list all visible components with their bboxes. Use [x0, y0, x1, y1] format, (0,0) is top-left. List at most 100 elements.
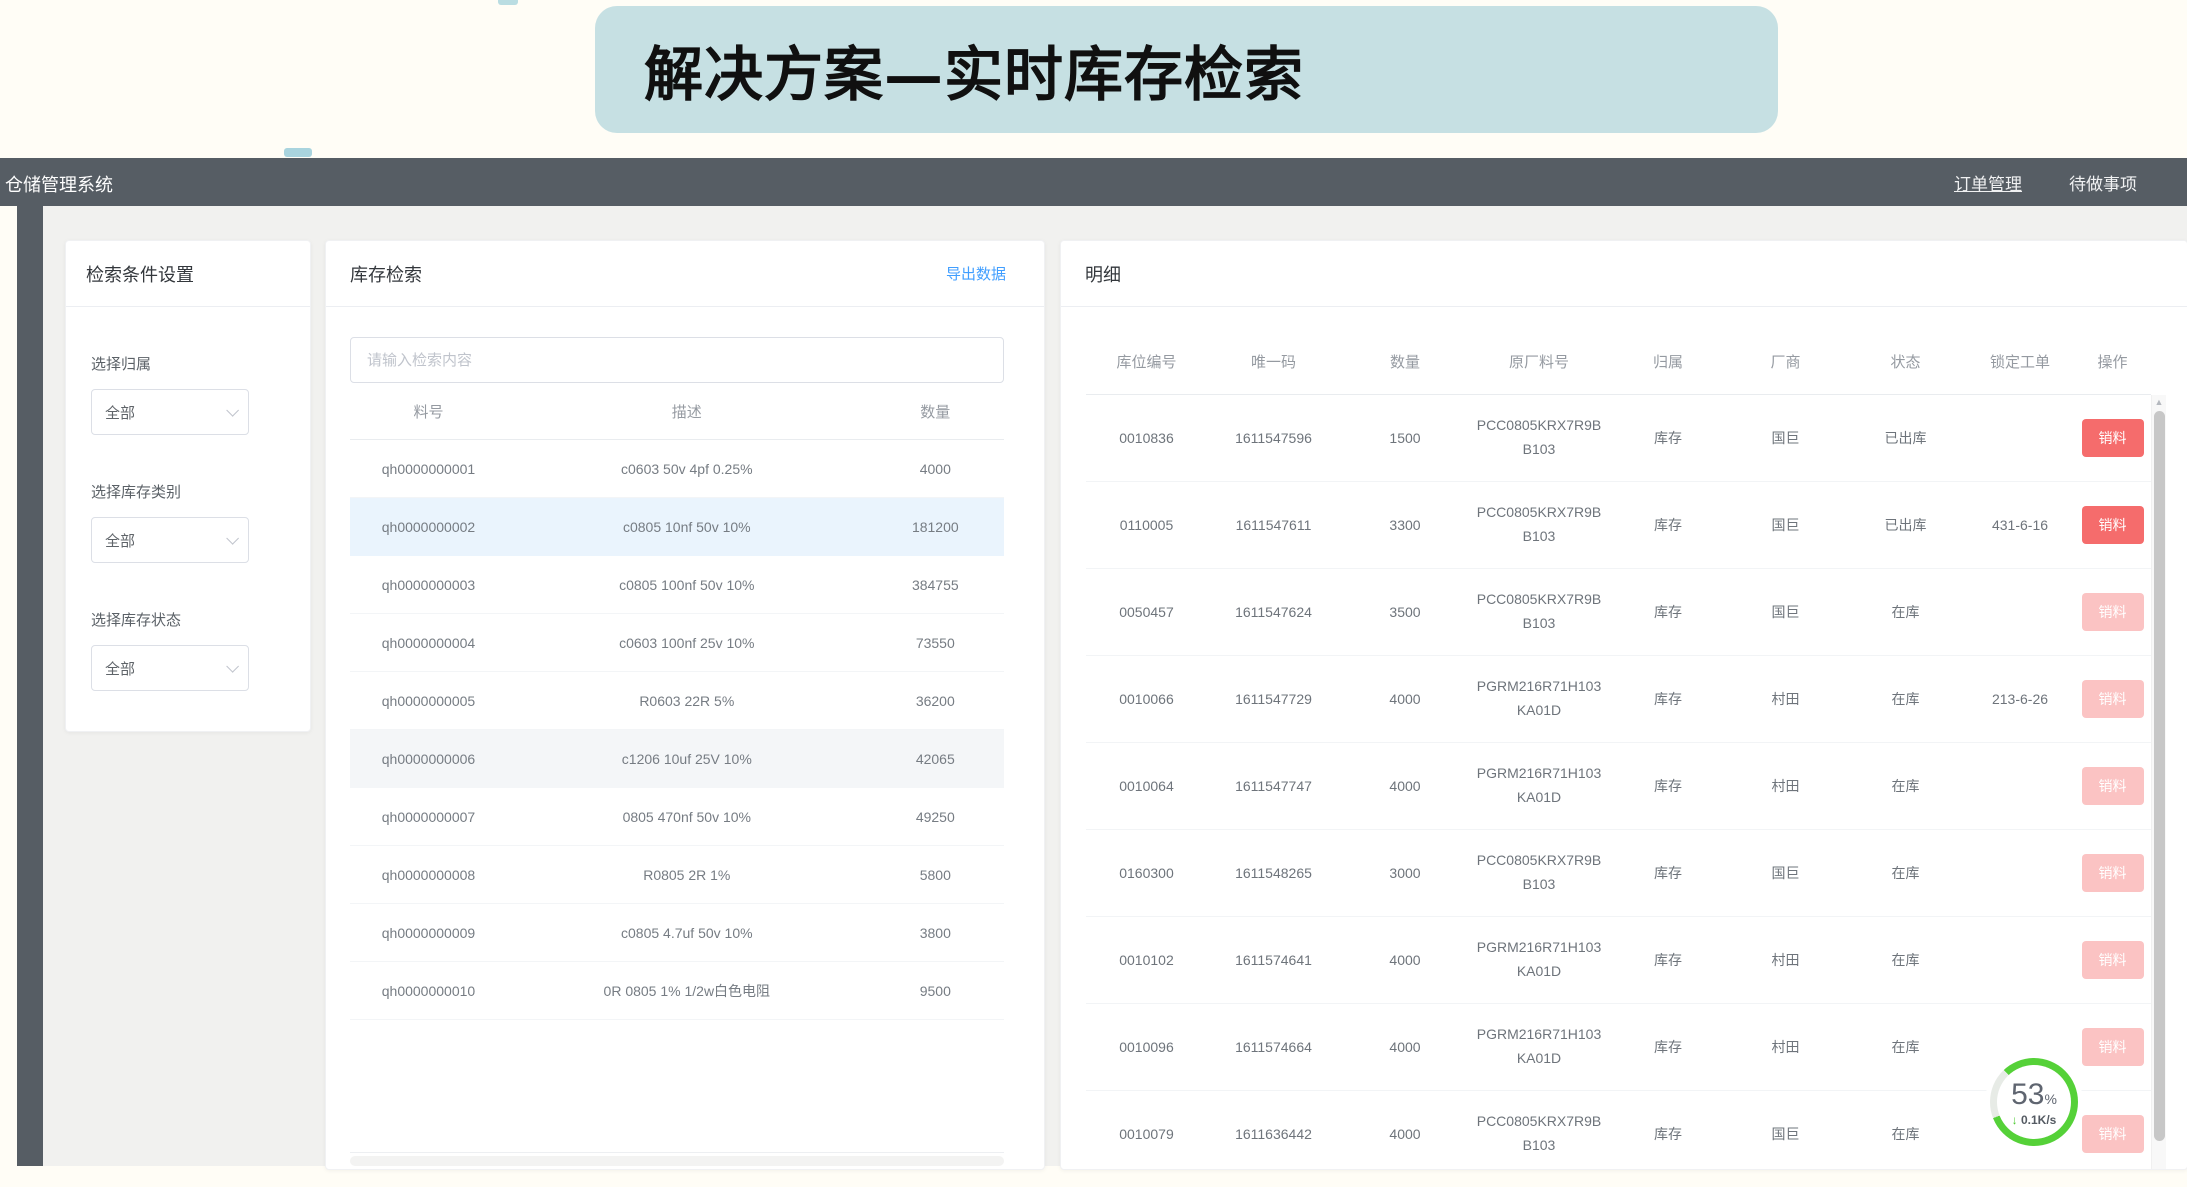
quantity-cell: 9500: [867, 983, 1004, 999]
description-cell: 0R 0805 1% 1/2w白色电阻: [507, 981, 867, 1001]
location-cell: 0110005: [1086, 517, 1207, 533]
sell-material-button[interactable]: 销料: [2082, 419, 2144, 457]
quantity-cell: 4000: [1340, 778, 1470, 794]
owner-select[interactable]: 全部: [91, 389, 249, 435]
quantity-cell: 4000: [1340, 952, 1470, 968]
col-status: 状态: [1843, 351, 1968, 372]
search-input[interactable]: [350, 337, 1004, 383]
mpn-cell: PCC0805KRX7R9BB103: [1477, 849, 1602, 897]
location-cell: 0010064: [1086, 778, 1207, 794]
mpn-cell: PCC0805KRX7R9BB103: [1477, 588, 1602, 636]
category-select[interactable]: 全部: [91, 517, 249, 563]
slide-title-banner: 解决方案—实时库存检索: [595, 6, 1778, 133]
inventory-row[interactable]: qh0000000008 R0805 2R 1% 5800: [350, 846, 1004, 904]
status-cell: 在库: [1843, 776, 1968, 796]
location-cell: 0010096: [1086, 1039, 1207, 1055]
sell-material-button[interactable]: 销料: [2082, 506, 2144, 544]
description-cell: c0603 100nf 25v 10%: [507, 635, 867, 651]
quantity-cell: 4000: [1340, 1039, 1470, 1055]
inventory-panel-header: 库存检索 导出数据: [326, 241, 1044, 307]
description-cell: c0805 10nf 50v 10%: [507, 519, 867, 535]
detail-row: 0010096 1611574664 4000 PGRM216R71H103KA…: [1086, 1004, 2151, 1091]
status-cell: 在库: [1843, 689, 1968, 709]
progress-percent-value: 53: [2011, 1078, 2044, 1111]
vendor-cell: 国巨: [1728, 863, 1843, 883]
slide-title: 解决方案—实时库存检索: [644, 27, 1304, 112]
owner-cell: 库存: [1608, 1037, 1728, 1057]
vendor-cell: 村田: [1728, 689, 1843, 709]
unique-code-cell: 1611636442: [1207, 1126, 1340, 1142]
sell-material-button[interactable]: 销料: [2082, 854, 2144, 892]
locked-order-cell: 431-6-16: [1968, 517, 2072, 533]
sell-material-button[interactable]: 销料: [2082, 767, 2144, 805]
detail-table-header: 库位编号 唯一码 数量 原厂料号 归属 厂商 状态 锁定工单 操作: [1086, 329, 2151, 395]
quantity-cell: 5800: [867, 867, 1004, 883]
inventory-table-rows: qh0000000001 c0603 50v 4pf 0.25% 4000 qh…: [350, 440, 1004, 1020]
col-description: 描述: [507, 401, 867, 422]
detail-row: 0110005 1611547611 3300 PCC0805KRX7R9BB1…: [1086, 482, 2151, 569]
vertical-scrollbar-track: ▲: [2151, 395, 2166, 1169]
detail-panel: 明细 库位编号 唯一码 数量 原厂料号 归属 厂商 状态 锁定工单 操作 001…: [1060, 240, 2187, 1170]
vendor-cell: 国巨: [1728, 515, 1843, 535]
quantity-cell: 4000: [1340, 691, 1470, 707]
sell-material-button[interactable]: 销料: [2082, 941, 2144, 979]
action-cell: 销料: [2072, 506, 2153, 544]
inventory-row[interactable]: qh0000000005 R0603 22R 5% 36200: [350, 672, 1004, 730]
unique-code-cell: 1611548265: [1207, 865, 1340, 881]
inventory-row[interactable]: qh0000000007 0805 470nf 50v 10% 49250: [350, 788, 1004, 846]
owner-cell: 库存: [1608, 776, 1728, 796]
nav-order-management[interactable]: 订单管理: [1954, 170, 2022, 195]
description-cell: R0603 22R 5%: [507, 693, 867, 709]
mpn-cell: PGRM216R71H103KA01D: [1477, 936, 1602, 984]
quantity-cell: 42065: [867, 751, 1004, 767]
sell-material-button[interactable]: 销料: [2082, 1115, 2144, 1153]
mpn-cell: PGRM216R71H103KA01D: [1477, 1023, 1602, 1071]
action-cell: 销料: [2072, 767, 2153, 805]
detail-panel-body: 库位编号 唯一码 数量 原厂料号 归属 厂商 状态 锁定工单 操作 001083…: [1061, 307, 2187, 1170]
sell-material-button[interactable]: 销料: [2082, 593, 2144, 631]
inventory-row[interactable]: qh0000000001 c0603 50v 4pf 0.25% 4000: [350, 440, 1004, 498]
description-cell: c0603 50v 4pf 0.25%: [507, 461, 867, 477]
unique-code-cell: 1611547611: [1207, 517, 1340, 533]
part-no-cell: qh0000000002: [350, 519, 507, 535]
description-cell: 0805 470nf 50v 10%: [507, 809, 867, 825]
app-title: 仓储管理系统: [5, 171, 113, 197]
quantity-cell: 3300: [1340, 517, 1470, 533]
action-cell: 销料: [2072, 680, 2153, 718]
status-cell: 在库: [1843, 950, 1968, 970]
detail-table-rows: 0010836 1611547596 1500 PCC0805KRX7R9BB1…: [1086, 395, 2151, 1170]
nav-todo-items[interactable]: 待做事项: [2069, 170, 2137, 195]
status-cell: 已出库: [1843, 428, 1968, 448]
vertical-scrollbar-thumb[interactable]: [2154, 411, 2165, 1141]
chevron-down-icon: [226, 532, 239, 545]
progress-badge-inner: 53% ↓ 0.1K/s: [1997, 1065, 2071, 1139]
inventory-row[interactable]: qh0000000002 c0805 10nf 50v 10% 181200: [350, 498, 1004, 556]
mpn-cell: PGRM216R71H103KA01D: [1477, 762, 1602, 810]
detail-panel-header: 明细: [1061, 241, 2187, 307]
quantity-cell: 4000: [867, 461, 1004, 477]
inventory-row[interactable]: qh0000000010 0R 0805 1% 1/2w白色电阻 9500: [350, 962, 1004, 1020]
mpn-cell: PCC0805KRX7R9BB103: [1477, 1110, 1602, 1158]
status-select[interactable]: 全部: [91, 645, 249, 691]
owner-cell: 库存: [1608, 428, 1728, 448]
inventory-row[interactable]: qh0000000009 c0805 4.7uf 50v 10% 3800: [350, 904, 1004, 962]
header-nav: 订单管理 待做事项: [1954, 158, 2137, 206]
detail-row: 0010066 1611547729 4000 PGRM216R71H103KA…: [1086, 656, 2151, 743]
inventory-row[interactable]: qh0000000004 c0603 100nf 25v 10% 73550: [350, 614, 1004, 672]
location-cell: 0010102: [1086, 952, 1207, 968]
quantity-cell: 36200: [867, 693, 1004, 709]
down-arrow-icon: ↓: [2012, 1113, 2018, 1127]
sell-material-button[interactable]: 销料: [2082, 1028, 2144, 1066]
inventory-table-header: 料号 描述 数量: [350, 383, 1004, 440]
scroll-up-arrow-icon[interactable]: ▲: [2152, 395, 2166, 409]
col-unique-code: 唯一码: [1207, 351, 1340, 372]
inventory-row[interactable]: qh0000000006 c1206 10uf 25V 10% 42065: [350, 730, 1004, 788]
export-data-link[interactable]: 导出数据: [946, 263, 1020, 284]
action-cell: 销料: [2072, 1115, 2153, 1153]
action-cell: 销料: [2072, 1028, 2153, 1066]
download-speed: ↓ 0.1K/s: [2012, 1113, 2057, 1127]
horizontal-scrollbar[interactable]: [350, 1156, 1004, 1166]
chevron-down-icon: [226, 660, 239, 673]
inventory-row[interactable]: qh0000000003 c0805 100nf 50v 10% 384755: [350, 556, 1004, 614]
sell-material-button[interactable]: 销料: [2082, 680, 2144, 718]
